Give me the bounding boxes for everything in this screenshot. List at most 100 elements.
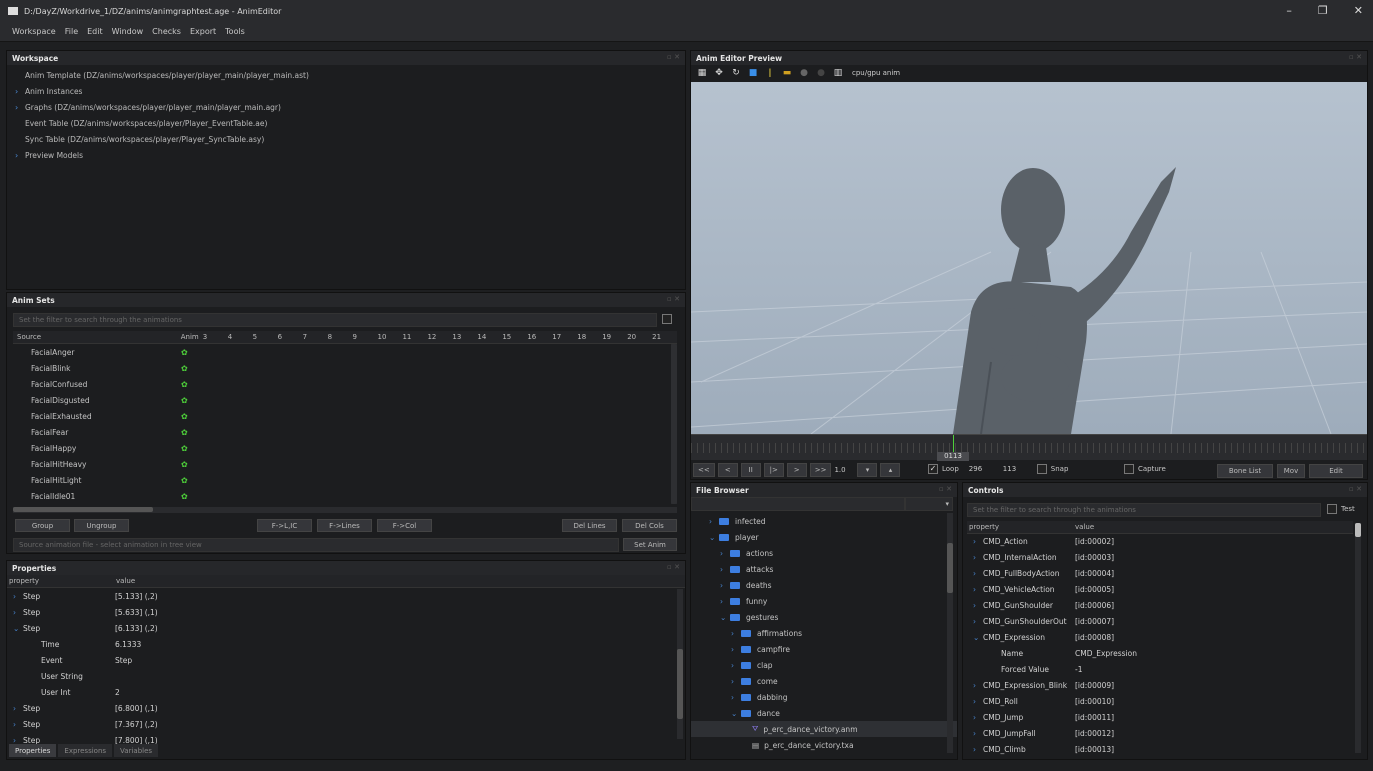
rewind-button[interactable]: << — [693, 463, 715, 477]
property-row[interactable]: › Step [5.133] (,2) — [7, 588, 685, 604]
panel-float-close-icon[interactable]: ▫ ✕ — [1349, 485, 1362, 493]
file-tree-item[interactable]: › campfire — [691, 641, 957, 657]
animsets-row[interactable]: FacialHitLight ✿ — [13, 472, 677, 488]
animsets-col-header[interactable]: 3 — [203, 333, 228, 341]
cube-icon[interactable]: ■ — [746, 66, 760, 80]
grid-icon[interactable]: ▦ — [695, 66, 709, 80]
anim-assigned-icon[interactable]: ✿ — [181, 396, 188, 405]
minimize-button[interactable]: – — [1286, 4, 1292, 17]
anim-assigned-icon[interactable]: ✿ — [181, 428, 188, 437]
animsets-row[interactable]: FacialHitHeavy ✿ — [13, 456, 677, 472]
expand-arrow-icon[interactable]: › — [15, 103, 25, 112]
animsets-filter-input[interactable]: Set the filter to search through the ani… — [13, 313, 657, 327]
file-tree-item[interactable]: › affirmations — [691, 625, 957, 641]
expand-arrow-icon[interactable]: › — [731, 629, 741, 638]
animsets-col-header[interactable]: 10 — [378, 333, 403, 341]
property-value[interactable]: [5.133] (,2) — [115, 592, 158, 601]
loop-checkbox[interactable]: ✓ — [928, 464, 938, 474]
expand-arrow-icon[interactable]: › — [13, 720, 23, 729]
play-button[interactable]: |> — [763, 463, 784, 477]
3d-viewport[interactable] — [691, 82, 1367, 434]
property-value[interactable]: 2 — [115, 688, 120, 697]
property-value[interactable]: 6.1333 — [115, 640, 141, 649]
property-value[interactable]: [7.367] (,2) — [115, 720, 158, 729]
f-col-button[interactable]: F->Col — [377, 519, 432, 532]
close-button[interactable]: ✕ — [1354, 4, 1363, 17]
tab-variables[interactable]: Variables — [114, 744, 159, 757]
expand-arrow-icon[interactable]: › — [709, 517, 719, 526]
workspace-item[interactable]: Anim Template (DZ/anims/workspaces/playe… — [7, 67, 685, 83]
animsets-col-header[interactable]: Source — [13, 333, 181, 341]
next-frame-button[interactable]: > — [786, 463, 807, 477]
file-tree-item[interactable]: › attacks — [691, 561, 957, 577]
animsets-col-header[interactable]: 20 — [627, 333, 652, 341]
anim-assigned-icon[interactable]: ✿ — [181, 492, 188, 501]
animsets-vscroll[interactable] — [671, 344, 677, 504]
tab-properties[interactable]: Properties — [9, 744, 57, 757]
property-row[interactable]: › CMD_Roll [id:00010] — [967, 693, 1353, 709]
anim-assigned-icon[interactable]: ✿ — [181, 444, 188, 453]
animsets-col-header[interactable]: 8 — [328, 333, 353, 341]
workspace-item[interactable]: › Graphs (DZ/anims/workspaces/player/play… — [7, 99, 685, 115]
file-tree-item[interactable]: › infected — [691, 513, 957, 529]
property-row[interactable]: Name CMD_Expression — [967, 645, 1353, 661]
expand-arrow-icon[interactable]: › — [13, 608, 23, 617]
animsets-col-header[interactable]: 15 — [502, 333, 527, 341]
del-lines-button[interactable]: Del Lines — [562, 519, 617, 532]
property-row[interactable]: › CMD_Action [id:00002] — [967, 533, 1353, 549]
workspace-item[interactable]: › Anim Instances — [7, 83, 685, 99]
expand-arrow-icon[interactable]: › — [13, 592, 23, 601]
animsets-col-header[interactable]: 9 — [353, 333, 378, 341]
expand-arrow-icon[interactable]: › — [973, 697, 983, 706]
animsets-col-header[interactable]: 17 — [552, 333, 577, 341]
expand-arrow-icon[interactable]: › — [973, 713, 983, 722]
animsets-col-header[interactable]: 21 — [652, 333, 677, 341]
expand-arrow-icon[interactable]: › — [15, 151, 25, 160]
expand-arrow-icon[interactable]: ⌄ — [709, 533, 719, 542]
file-tree-item[interactable]: › come — [691, 673, 957, 689]
property-row[interactable]: ⌄ CMD_Expression [id:00008] — [967, 629, 1353, 645]
expand-arrow-icon[interactable]: › — [973, 601, 983, 610]
animsets-col-header[interactable]: 7 — [303, 333, 328, 341]
animsets-row[interactable]: FacialDisgusted ✿ — [13, 392, 677, 408]
panel-float-close-icon[interactable]: ▫ ✕ — [667, 563, 680, 571]
expand-arrow-icon[interactable]: › — [720, 565, 730, 574]
animsets-row[interactable]: FacialConfused ✿ — [13, 376, 677, 392]
anim-assigned-icon[interactable]: ✿ — [181, 364, 188, 373]
property-row[interactable]: › CMD_GunShoulder [id:00006] — [967, 597, 1353, 613]
expand-arrow-icon[interactable]: › — [720, 581, 730, 590]
animsets-col-header[interactable]: 6 — [278, 333, 303, 341]
property-row[interactable]: › Step [5.633] (,1) — [7, 604, 685, 620]
panel-float-close-icon[interactable]: ▫ ✕ — [1349, 53, 1362, 61]
color-bars-icon[interactable]: ▥ — [831, 66, 845, 80]
del-cols-button[interactable]: Del Cols — [622, 519, 677, 532]
filebrowser-path-dropdown[interactable]: ▾ — [905, 497, 953, 511]
panel-float-close-icon[interactable]: ▫ ✕ — [667, 295, 680, 303]
property-row[interactable]: › CMD_GunShoulderOut [id:00007] — [967, 613, 1353, 629]
filebrowser-path-input[interactable] — [691, 497, 905, 511]
file-tree-item[interactable]: › dabbing — [691, 689, 957, 705]
light-icon[interactable]: ● — [797, 66, 811, 80]
file-tree-item[interactable]: ⌄ gestures — [691, 609, 957, 625]
file-tree-item[interactable]: › deaths — [691, 577, 957, 593]
anim-assigned-icon[interactable]: ✿ — [181, 476, 188, 485]
animsets-row[interactable]: FacialIdle01 ✿ — [13, 488, 677, 504]
animsets-col-header[interactable]: 4 — [228, 333, 253, 341]
expand-arrow-icon[interactable]: › — [973, 729, 983, 738]
property-value[interactable]: [6.800] (,1) — [115, 704, 158, 713]
animsets-col-header[interactable]: 18 — [577, 333, 602, 341]
property-value[interactable]: [id:00008] — [1075, 633, 1114, 642]
property-row[interactable]: › CMD_InternalAction [id:00003] — [967, 549, 1353, 565]
workspace-item[interactable]: Sync Table (DZ/anims/workspaces/player/P… — [7, 131, 685, 147]
animsets-row[interactable]: FacialBlink ✿ — [13, 360, 677, 376]
anim-assigned-icon[interactable]: ✿ — [181, 380, 188, 389]
menu-export[interactable]: Export — [190, 27, 216, 36]
expand-arrow-icon[interactable]: › — [720, 597, 730, 606]
prev-frame-button[interactable]: < — [717, 463, 738, 477]
animsets-col-header[interactable]: 13 — [452, 333, 477, 341]
expand-arrow-icon[interactable]: › — [15, 87, 25, 96]
source-file-input[interactable]: Source animation file - select animation… — [13, 538, 619, 552]
expand-arrow-icon[interactable]: › — [731, 645, 741, 654]
group-button[interactable]: Group — [15, 519, 70, 532]
properties-vscroll[interactable] — [677, 589, 683, 739]
